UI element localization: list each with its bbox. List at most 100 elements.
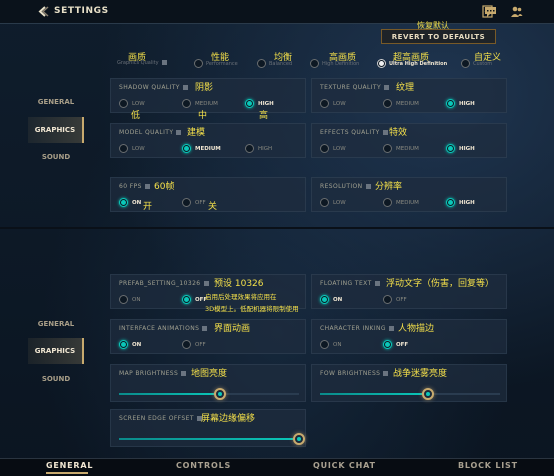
info-icon xyxy=(388,326,394,331)
nav-graphics-2[interactable]: GRAPHICS xyxy=(28,338,84,364)
effects-high-option[interactable]: HIGH xyxy=(446,144,475,153)
fow-brightness-slider[interactable] xyxy=(320,388,500,400)
floating-text-on-option[interactable]: ON xyxy=(320,295,342,304)
shadow-quality-cn: 阴影 xyxy=(195,83,214,93)
radio-selected-icon xyxy=(320,295,329,304)
fps-on-option[interactable]: ON xyxy=(119,198,141,207)
slider-fill xyxy=(119,393,220,395)
shadow-low-option[interactable]: LOW xyxy=(119,99,145,108)
nav-graphics[interactable]: GRAPHICS xyxy=(28,117,84,143)
slider-knob[interactable] xyxy=(213,388,226,400)
gq-uhd-option[interactable]: Ultra High Definition xyxy=(377,59,447,68)
resolution-high-option[interactable]: HIGH xyxy=(446,198,475,207)
revert-defaults-button[interactable]: REVERT TO DEFAULTS xyxy=(381,29,496,44)
prefab-on-option[interactable]: ON xyxy=(119,295,140,304)
friends-icon[interactable] xyxy=(510,5,523,18)
radio-selected-icon xyxy=(119,340,128,349)
background xyxy=(0,0,554,476)
texture-high-option[interactable]: HIGH xyxy=(446,99,475,108)
radio-selected-icon xyxy=(446,99,455,108)
character-inking-label: CHARACTER INKING xyxy=(320,325,394,332)
prefab-off-option[interactable]: OFF xyxy=(182,295,207,304)
slider-knob[interactable] xyxy=(422,388,434,400)
tab-general[interactable]: GENERAL xyxy=(46,461,93,470)
shadow-high-option[interactable]: HIGH xyxy=(245,99,274,108)
interface-animations-panel: INTERFACE ANIMATIONS ON OFF xyxy=(110,319,306,354)
effects-quality-panel: EFFECTS QUALITY LOW MEDIUM HIGH xyxy=(311,123,507,158)
radio-icon xyxy=(383,295,392,304)
texture-medium-option[interactable]: MEDIUM xyxy=(383,99,419,108)
radio-selected-icon xyxy=(182,144,191,153)
map-brightness-slider[interactable] xyxy=(119,388,299,400)
character-inking-on-option[interactable]: ON xyxy=(320,340,341,349)
model-low-option[interactable]: LOW xyxy=(119,144,145,153)
gq-custom-option[interactable]: Custom xyxy=(461,59,492,68)
info-icon xyxy=(365,184,371,189)
character-inking-off-option[interactable]: OFF xyxy=(383,340,408,349)
radio-icon xyxy=(383,198,392,207)
radio-icon xyxy=(257,59,266,68)
gq-hd-option[interactable]: High Definition xyxy=(310,59,359,68)
fps-cn: 60帧 xyxy=(154,182,175,192)
effects-low-option[interactable]: LOW xyxy=(320,144,346,153)
floating-text-cn: 浮动文字（伤害，回复等） xyxy=(386,279,495,289)
info-icon xyxy=(374,281,380,286)
shadow-quality-label: SHADOW QUALITY xyxy=(119,84,188,91)
prefab-label: PREFAB_SETTING_10326 xyxy=(119,280,209,287)
radio-icon xyxy=(320,99,329,108)
radio-icon xyxy=(119,295,128,304)
interface-animations-on-option[interactable]: ON xyxy=(119,340,141,349)
shadow-medium-option[interactable]: MEDIUM xyxy=(182,99,218,108)
radio-selected-icon xyxy=(245,99,254,108)
radio-selected-icon xyxy=(182,295,191,304)
nav-sound[interactable]: SOUND xyxy=(28,144,84,170)
character-inking-cn: 人物描边 xyxy=(398,324,435,334)
radio-icon xyxy=(119,99,128,108)
resolution-medium-option[interactable]: MEDIUM xyxy=(383,198,419,207)
graphics-quality-label: Graphics Quality xyxy=(117,60,167,66)
nav-general-2[interactable]: GENERAL xyxy=(28,311,84,337)
gq-balanced-option[interactable]: Balanced xyxy=(257,59,292,68)
fps-off-cn: 关 xyxy=(208,202,218,212)
slider-fill xyxy=(119,438,299,440)
texture-quality-cn: 纹理 xyxy=(396,83,415,93)
effects-medium-option[interactable]: MEDIUM xyxy=(383,144,419,153)
shadow-medium-cn: 中 xyxy=(198,111,208,121)
section-divider xyxy=(0,227,554,229)
gq-performance-option[interactable]: Performance xyxy=(194,59,238,68)
map-brightness-label: MAP BRIGHTNESS xyxy=(119,370,187,377)
interface-animations-off-option[interactable]: OFF xyxy=(182,340,206,349)
radio-icon xyxy=(182,99,191,108)
radio-icon xyxy=(119,144,128,153)
radio-icon xyxy=(310,59,319,68)
back-arrow-icon[interactable] xyxy=(37,5,50,18)
nav-sound-2[interactable]: SOUND xyxy=(28,366,84,392)
effects-quality-cn: 特效 xyxy=(389,128,408,138)
model-high-option[interactable]: HIGH xyxy=(245,144,272,153)
slider-knob[interactable] xyxy=(293,433,305,445)
radio-selected-icon xyxy=(119,198,128,207)
info-icon xyxy=(161,60,167,65)
model-quality-label: MODEL QUALITY xyxy=(119,129,182,136)
radio-icon xyxy=(194,59,203,68)
floating-text-label: FLOATING TEXT xyxy=(320,280,380,287)
screen-edge-slider[interactable] xyxy=(119,433,305,445)
radio-icon xyxy=(461,59,470,68)
tab-block-list[interactable]: BLOCK LIST xyxy=(458,461,518,470)
effects-quality-label: EFFECTS QUALITY xyxy=(320,129,388,136)
radio-icon xyxy=(383,144,392,153)
chat-icon[interactable] xyxy=(484,5,497,18)
tab-quick-chat[interactable]: QUICK CHAT xyxy=(313,461,376,470)
tab-controls[interactable]: CONTROLS xyxy=(176,461,231,470)
resolution-low-option[interactable]: LOW xyxy=(320,198,346,207)
model-medium-option[interactable]: MEDIUM xyxy=(182,144,221,153)
texture-low-option[interactable]: LOW xyxy=(320,99,346,108)
floating-text-off-option[interactable]: OFF xyxy=(383,295,407,304)
fow-brightness-label: FOW BRIGHTNESS xyxy=(320,370,389,377)
nav-general[interactable]: GENERAL xyxy=(28,89,84,115)
fps-off-option[interactable]: OFF xyxy=(182,198,206,207)
page-title: SETTINGS xyxy=(54,6,109,16)
radio-icon xyxy=(245,144,254,153)
radio-icon xyxy=(320,340,329,349)
radio-icon xyxy=(320,198,329,207)
